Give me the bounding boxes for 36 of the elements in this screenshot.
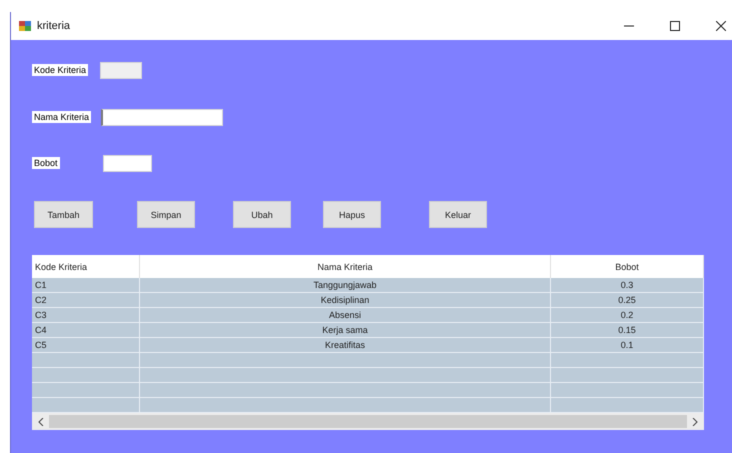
horizontal-scrollbar[interactable]	[32, 413, 704, 430]
table-cell: 0.3	[550, 278, 704, 292]
close-icon[interactable]	[716, 21, 726, 31]
window-title: kriteria	[37, 20, 70, 32]
column-header[interactable]: Bobot	[550, 255, 704, 278]
table-cell: Tanggungjawab	[140, 278, 550, 292]
app-icon	[19, 20, 31, 32]
input-field[interactable]	[101, 108, 224, 126]
action-button[interactable]: Keluar	[429, 201, 487, 228]
action-button[interactable]: Hapus	[323, 201, 381, 228]
action-button[interactable]: Ubah	[233, 201, 291, 228]
scroll-right-icon[interactable]	[692, 418, 698, 426]
column-header[interactable]: Kode Kriteria	[32, 255, 140, 278]
maximize-icon[interactable]	[670, 21, 680, 31]
table-cell: C1	[32, 278, 140, 292]
scroll-left-icon[interactable]	[38, 418, 44, 426]
table-cell: C2	[32, 292, 140, 308]
data-grid[interactable]: Kode Kriteria Nama Kriteria Bobot C1 Tanggungjawab 0.3 C2 Kedisiplinan 0.25 C3 Absensi 0.2 C4 Kerja sama 0.15 C5 Kreatifitas 0.1	[32, 255, 704, 430]
field-label: Nama Kriteria	[32, 111, 92, 123]
field-label: Bobot	[32, 157, 60, 169]
table-cell: 0.1	[550, 338, 704, 352]
table-cell: C4	[32, 322, 140, 338]
table-cell: Kreatifitas	[140, 338, 550, 352]
action-button[interactable]: Simpan	[137, 201, 195, 228]
field-label: Kode Kriteria	[32, 64, 88, 76]
input-field[interactable]	[102, 154, 152, 172]
table-cell: C5	[32, 338, 140, 352]
table-cell: Absensi	[140, 308, 550, 322]
table-cell: Kedisiplinan	[140, 292, 550, 308]
action-button[interactable]: Tambah	[34, 201, 93, 228]
column-header[interactable]: Nama Kriteria	[140, 255, 550, 278]
table-cell: C3	[32, 308, 140, 322]
table-cell: 0.15	[550, 322, 704, 338]
table-cell: 0.25	[550, 292, 704, 308]
table-cell: 0.2	[550, 308, 704, 322]
table-cell: Kerja sama	[140, 322, 550, 338]
